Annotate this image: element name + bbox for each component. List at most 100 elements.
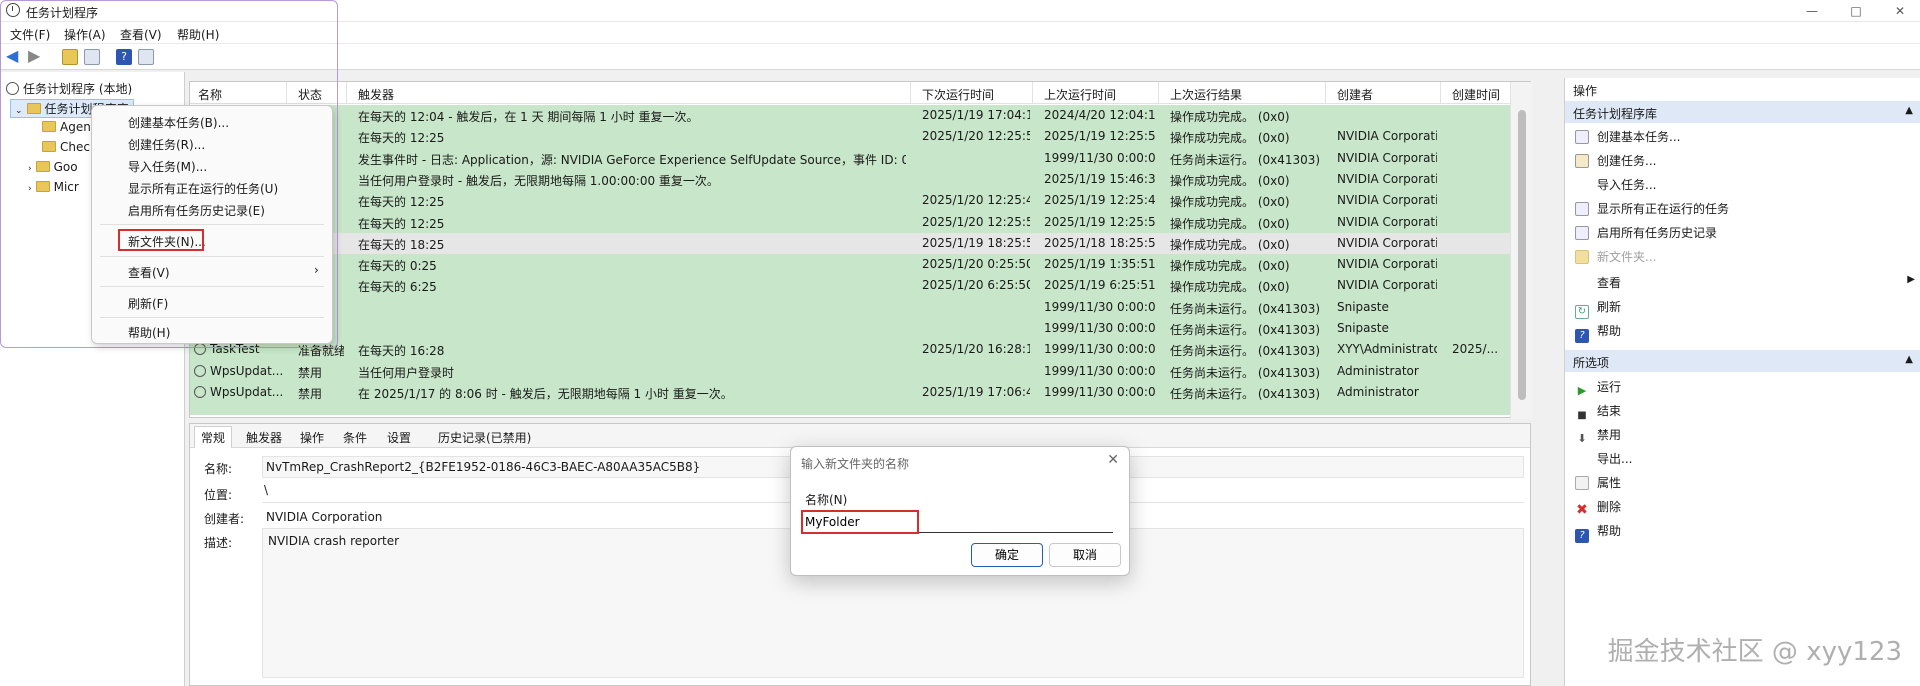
action-end[interactable]: ■ 结束 (1575, 402, 1621, 423)
tree-item[interactable]: Chec (42, 140, 90, 154)
table-row[interactable]: 1999/11/30 0:00:00 任务尚未运行。 (0x41303) Snipa… (190, 297, 1510, 318)
expand-chevron-icon[interactable]: › (28, 184, 32, 194)
cancel-button[interactable]: 取消 (1049, 543, 1121, 567)
close-icon[interactable]: ✕ (1107, 452, 1119, 468)
cell-last: 2025/1/19 12:25:48 (1044, 193, 1156, 208)
ctx-create-task[interactable]: 创建任务(R)... (128, 136, 205, 153)
help-icon[interactable]: ? (116, 49, 132, 65)
action-disable[interactable]: ⬇ 禁用 (1575, 426, 1621, 446)
minimize-icon[interactable]: — (1798, 2, 1826, 20)
ctx-show-running[interactable]: 显示所有正在运行的任务(U) (128, 180, 278, 197)
close-icon[interactable]: ✕ (1886, 2, 1914, 20)
action-delete[interactable]: ✖ 删除 (1575, 498, 1621, 517)
table-row[interactable]: 在每天的 6:25 2025/1/20 6:25:50 2025/1/19 6:25… (190, 275, 1510, 296)
column-header[interactable]: 名称 (198, 86, 222, 103)
column-header[interactable]: 上次运行时间 (1044, 86, 1116, 103)
tab-conditions[interactable]: 条件 (343, 429, 367, 446)
ctx-refresh[interactable]: 刷新(F) (128, 295, 168, 312)
column-divider[interactable] (1440, 82, 1441, 104)
menu-view[interactable]: 查看(V) (120, 26, 162, 43)
ok-button[interactable]: 确定 (971, 543, 1043, 567)
tab-actions[interactable]: 操作 (300, 429, 324, 446)
action-label: 创建任务... (1597, 154, 1657, 168)
table-row[interactable]: TaskTest 准备就绪 在每天的 16:28 2025/1/20 16:28:14… (190, 339, 1510, 360)
name-value[interactable]: NvTmRep_CrashReport2_{B2FE1952-0186-46C3… (266, 460, 700, 474)
action-help[interactable]: ? 帮助 (1575, 322, 1621, 343)
back-arrow-icon[interactable]: ◀ (6, 48, 22, 65)
section-library[interactable]: 任务计划程序库 ▲ (1565, 101, 1920, 123)
table-row[interactable]: 在每天的 0:25 2025/1/20 0:25:50 2025/1/19 1:35… (190, 254, 1510, 275)
ctx-enable-history[interactable]: 启用所有任务历史记录(E) (128, 202, 265, 219)
table-row[interactable]: 发生事件时 - 日志: Application，源: NVIDIA GeForc… (190, 148, 1510, 169)
scroll-thumb[interactable] (1518, 110, 1526, 400)
action-export[interactable]: 导出... (1575, 450, 1632, 467)
tree-item[interactable]: › Micr (28, 180, 79, 194)
tab-triggers[interactable]: 触发器 (246, 429, 282, 446)
description-value[interactable]: NVIDIA crash reporter (268, 534, 399, 548)
action-view[interactable]: 查看 ▶ (1575, 274, 1915, 291)
ctx-import-task[interactable]: 导入任务(M)... (128, 158, 207, 175)
cell-result: 操作成功完成。 (0x0) (1170, 280, 1290, 295)
action-pane-icon[interactable] (138, 49, 154, 65)
cell-author: NVIDIA Corporation (1337, 150, 1437, 165)
tree-root[interactable]: 任务计划程序 (本地) (6, 80, 132, 97)
maximize-icon[interactable]: □ (1842, 2, 1870, 20)
action-enable-history[interactable]: 启用所有任务历史记录 (1575, 224, 1717, 241)
table-row[interactable]: 1999/11/30 0:00:00 任务尚未运行。 (0x41303) Snipa… (190, 318, 1510, 339)
column-divider[interactable] (1032, 82, 1033, 104)
action-show-running[interactable]: 显示所有正在运行的任务 (1575, 200, 1729, 217)
folder-icon (26, 103, 41, 114)
column-header[interactable]: 触发器 (358, 86, 394, 103)
table-row[interactable]: 在每天的 18:25 2025/1/19 18:25:50 2025/1/18 18… (190, 232, 1510, 254)
tab-general[interactable]: 常规 (194, 426, 233, 448)
column-divider[interactable] (910, 82, 911, 104)
column-header[interactable]: 创建时间 (1452, 86, 1500, 103)
collapse-icon[interactable]: ▲ (1905, 354, 1913, 365)
table-row[interactable]: 在每天的 12:25 2025/1/20 12:25:50 2025/1/19 12… (190, 126, 1510, 147)
column-header[interactable]: 下次运行时间 (922, 86, 994, 103)
column-divider[interactable] (286, 82, 287, 104)
clock-icon (6, 3, 20, 17)
collapse-icon[interactable]: ▲ (1905, 105, 1913, 116)
table-row[interactable]: 当任何用户登录时 - 触发后，无限期地每隔 1.00:00:00 重复一次。 20… (190, 169, 1510, 190)
action-help-selected[interactable]: ? 帮助 (1575, 522, 1621, 543)
expand-chevron-icon[interactable]: ⌄ (15, 106, 23, 116)
forward-arrow-icon[interactable]: ▶ (28, 48, 44, 65)
section-selected[interactable]: 所选项 ▲ (1565, 350, 1920, 372)
column-header[interactable]: 创建者 (1337, 86, 1373, 103)
tab-history[interactable]: 历史记录(已禁用) (438, 429, 531, 446)
action-refresh[interactable]: ↻ 刷新 (1575, 298, 1621, 319)
action-new-folder[interactable]: 新文件夹... (1575, 248, 1656, 265)
table-row[interactable]: WpsUpdat... 禁用 当任何用户登录时 1999/11/30 0:00:00 任… (190, 361, 1510, 382)
action-run[interactable]: ▶ 运行 (1575, 378, 1621, 398)
column-divider[interactable] (346, 82, 347, 104)
action-create-basic-task[interactable]: 创建基本任务... (1575, 128, 1680, 145)
cell-last: 1999/11/30 0:00:00 (1044, 321, 1156, 335)
cell-result: 任务尚未运行。 (0x41303) (1170, 323, 1321, 337)
column-header[interactable]: 上次运行结果 (1170, 86, 1242, 103)
ctx-help[interactable]: 帮助(H) (128, 324, 170, 341)
show-pane-icon[interactable] (84, 49, 100, 65)
tree-item[interactable]: Agen (42, 120, 91, 134)
action-import-task[interactable]: 导入任务... (1575, 176, 1656, 193)
column-header[interactable]: 状态 (298, 86, 322, 103)
column-divider[interactable] (1158, 82, 1159, 104)
action-create-task[interactable]: 创建任务... (1575, 152, 1656, 169)
menu-file[interactable]: 文件(F) (10, 26, 50, 43)
tree-item[interactable]: › Goo (28, 160, 78, 174)
author-value[interactable]: NVIDIA Corporation (266, 510, 382, 524)
table-row[interactable]: 在每天的 12:04 - 触发后，在 1 天 期间每隔 1 小时 重复一次。 20… (190, 105, 1510, 126)
menu-action[interactable]: 操作(A) (64, 26, 106, 43)
table-row[interactable]: WpsUpdat... 禁用 在 2025/1/17 的 8:06 时 - 触发后，… (190, 382, 1510, 403)
up-folder-icon[interactable] (62, 49, 78, 65)
menu-help[interactable]: 帮助(H) (177, 26, 219, 43)
vertical-scrollbar[interactable] (1510, 82, 1532, 419)
action-properties[interactable]: 属性 (1575, 474, 1621, 491)
column-divider[interactable] (1325, 82, 1326, 104)
ctx-create-basic-task[interactable]: 创建基本任务(B)... (128, 114, 229, 131)
tab-settings[interactable]: 设置 (387, 429, 411, 446)
table-row[interactable]: 在每天的 12:25 2025/1/20 12:25:47 2025/1/19 12… (190, 190, 1510, 211)
ctx-view[interactable]: 查看(V) (128, 264, 170, 281)
table-row[interactable]: 在每天的 12:25 2025/1/20 12:25:50 2025/1/19 12… (190, 212, 1510, 233)
expand-chevron-icon[interactable]: › (28, 164, 32, 174)
